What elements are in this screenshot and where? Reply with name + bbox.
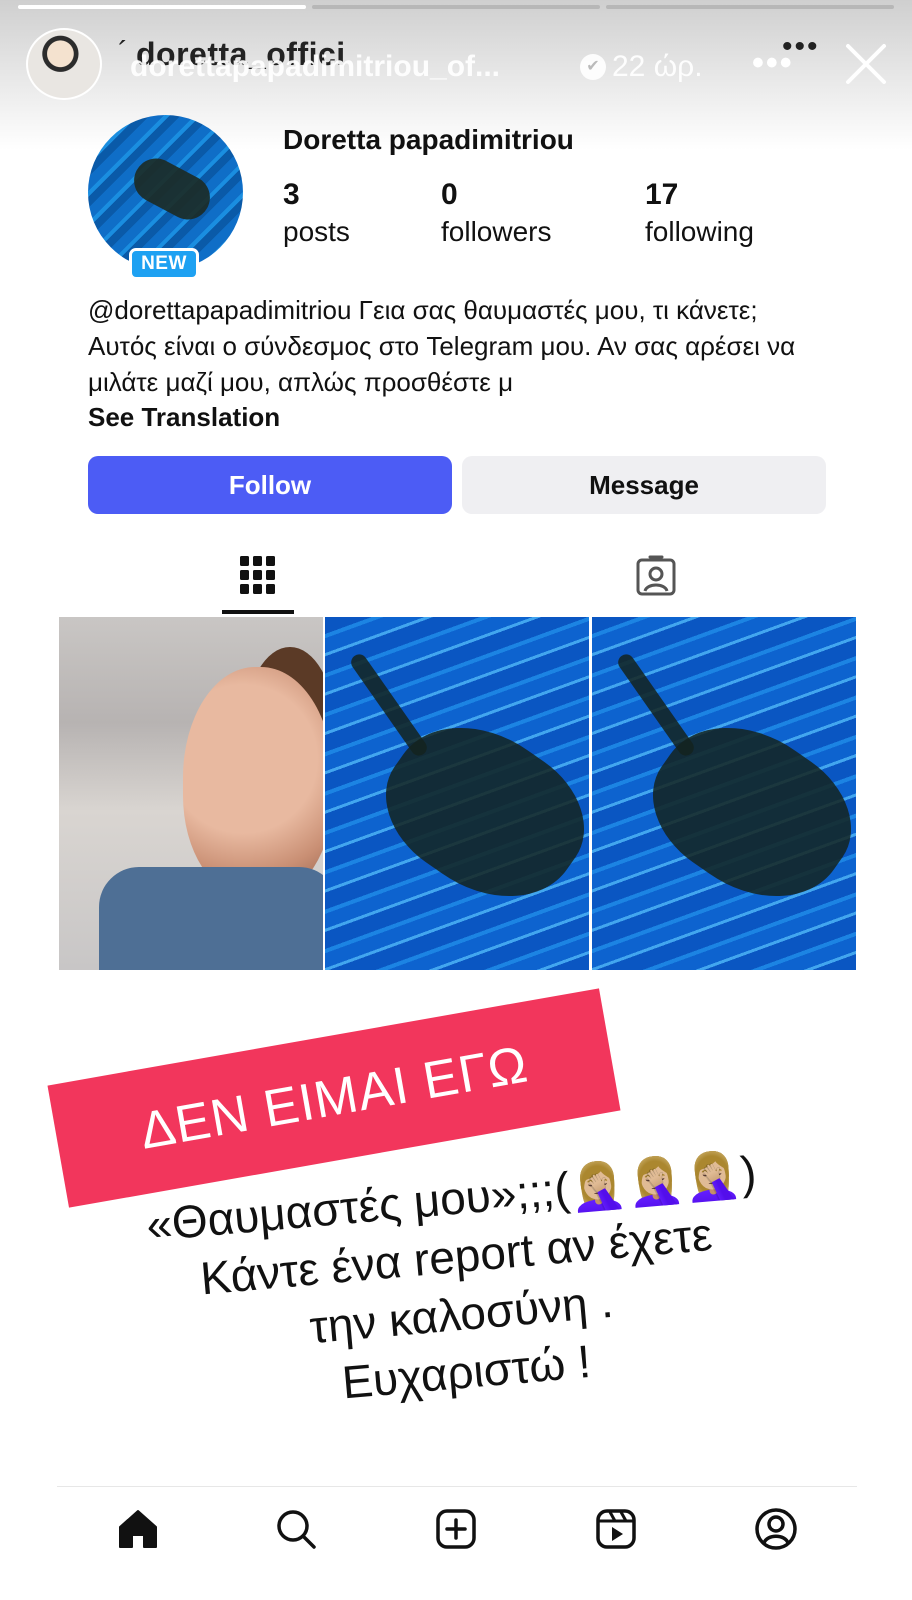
profile-picture[interactable]: NEW	[88, 115, 243, 280]
profile-photo	[88, 115, 243, 270]
story-progress-segment	[312, 5, 600, 9]
profile-name: Doretta papadimitriou	[283, 124, 574, 155]
story-progress	[18, 5, 894, 9]
story-avatar[interactable]	[26, 28, 102, 100]
story-timestamp: 22 ώρ.	[612, 50, 703, 83]
profile-icon[interactable]	[752, 1505, 800, 1553]
following-stat[interactable]: 17 following	[645, 178, 754, 248]
profile-bio: @dorettapapadimitriou Γεια σας θαυμαστές…	[88, 295, 796, 397]
following-count: 17	[645, 178, 679, 211]
followers-count: 0	[441, 178, 458, 211]
close-icon[interactable]	[842, 40, 890, 88]
message-button[interactable]: Message	[462, 456, 826, 514]
tab-posts-grid[interactable]	[222, 552, 294, 616]
post-thumbnail-pool[interactable]	[592, 617, 856, 970]
posts-stat[interactable]: 3 posts	[283, 178, 350, 248]
followers-stat[interactable]: 0 followers	[441, 178, 551, 248]
home-icon[interactable]	[114, 1505, 162, 1553]
bottom-nav-divider	[57, 1486, 857, 1487]
following-label: following	[645, 216, 754, 247]
new-badge: NEW	[129, 248, 199, 280]
reels-icon[interactable]	[592, 1505, 640, 1553]
tagged-icon[interactable]	[632, 552, 680, 600]
active-tab-indicator	[222, 610, 294, 614]
verified-icon: ✔	[580, 54, 606, 80]
more-options-icon[interactable]: •••	[752, 44, 794, 83]
post-thumbnail-portrait[interactable]	[59, 617, 323, 970]
posts-count: 3	[283, 178, 300, 211]
story-header: ´ doretta_offici dorettapapadimitriou_of…	[26, 28, 896, 104]
followers-label: followers	[441, 216, 552, 247]
posts-label: posts	[283, 216, 350, 247]
search-icon[interactable]	[272, 1505, 320, 1553]
follow-button[interactable]: Follow	[88, 456, 452, 514]
story-username[interactable]: dorettapapadimitriou_of...	[130, 50, 500, 84]
grid-icon	[240, 556, 275, 594]
create-icon[interactable]	[432, 1505, 480, 1553]
story-progress-segment	[18, 5, 306, 9]
post-thumbnail-pool[interactable]	[325, 617, 589, 970]
underlay-mark: ´	[118, 36, 128, 69]
see-translation-link[interactable]: See Translation	[88, 402, 280, 433]
story-progress-segment	[606, 5, 894, 9]
